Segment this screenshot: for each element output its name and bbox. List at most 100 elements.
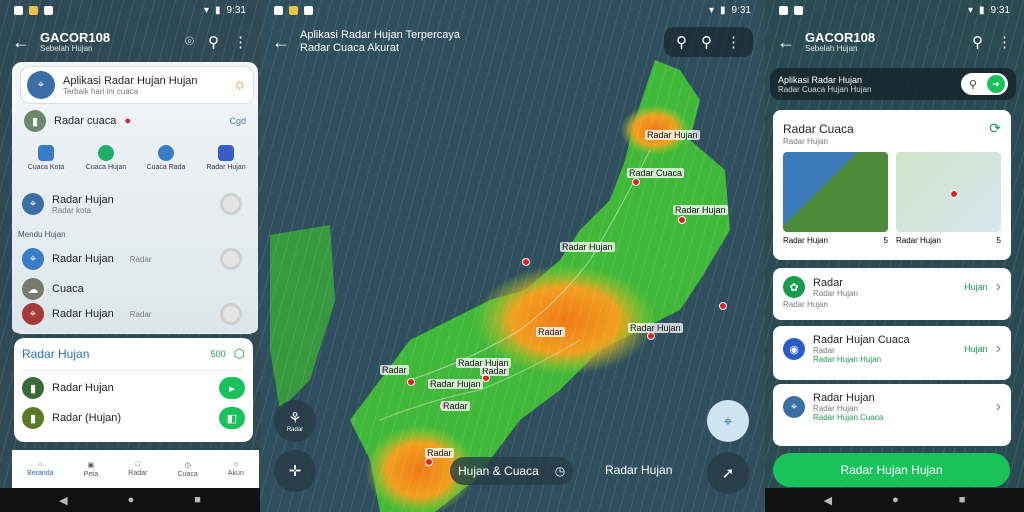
radar-map[interactable]: [260, 0, 765, 512]
map-pin[interactable]: [719, 302, 727, 310]
notification-icon: [44, 5, 53, 15]
layer-chip[interactable]: Hujan & Cuaca ◷: [450, 457, 574, 485]
list-item[interactable]: ⌖ Radar Hujan Radar: [22, 248, 242, 270]
locate-button[interactable]: ✛: [274, 450, 316, 492]
search-icon[interactable]: ⚲: [676, 33, 687, 51]
map-pin[interactable]: [647, 332, 655, 340]
toggle-button[interactable]: [220, 193, 242, 215]
notification-icon: [289, 5, 298, 15]
list-item-extra: Radar Hujan: [783, 300, 828, 309]
quick-action[interactable]: Radar Hujan: [198, 145, 254, 171]
quick-action[interactable]: Cuaca Rada: [138, 145, 194, 171]
list-item[interactable]: ◉ Radar Hujan Cuaca Radar Radar Hujan Hu…: [773, 326, 1011, 380]
chip-label: Hujan & Cuaca: [458, 464, 539, 478]
chevron-right-icon: ›: [995, 340, 1001, 357]
card-row[interactable]: ▮ Radar Hujan ▸: [22, 377, 245, 399]
tab-weather[interactable]: ◷ Cuaca: [178, 461, 198, 478]
crosshair-icon: ✛: [288, 463, 302, 480]
toggle-icon[interactable]: ◧: [219, 407, 245, 429]
banner-sub: Radar Cuaca Hujan Hujan: [778, 84, 872, 94]
compass-button[interactable]: ➚: [707, 452, 749, 494]
notification-icon: [779, 5, 788, 15]
card-sub: Radar Hujan: [783, 137, 828, 146]
tab-account[interactable]: ☺ Akun: [228, 461, 244, 477]
back-arrow-icon[interactable]: ←: [12, 32, 40, 53]
radar-tower-icon: ⌖: [27, 71, 55, 99]
search-icon[interactable]: ⚲: [701, 33, 712, 51]
map-label: Radar Hujan: [428, 379, 483, 389]
card-row[interactable]: ▮ Radar (Hujan) ◧: [22, 407, 245, 429]
nav-recents-icon[interactable]: ■: [194, 494, 201, 506]
quick-action[interactable]: Cuaca Hujan: [78, 145, 134, 171]
battery-icon: ▮: [720, 4, 726, 16]
list-item[interactable]: ⌖ Radar Hujan Radar: [22, 303, 242, 325]
banner[interactable]: Aplikasi Radar Hujan Radar Cuaca Hujan H…: [770, 68, 1016, 100]
quick-action[interactable]: Cuaca Kota: [18, 145, 74, 171]
battery-icon: ▮: [979, 4, 985, 16]
thumb-value: 5: [883, 236, 888, 245]
thumb-card[interactable]: Radar Hujan 5: [783, 152, 888, 245]
map-label: Radar: [536, 327, 565, 337]
list-item[interactable]: ⌖ Radar Hujan Radar Hujan Radar Hujan Cu…: [773, 384, 1011, 446]
list-item[interactable]: ✿ Radar Radar Hujan Hujan › Radar Hujan: [773, 268, 1011, 320]
list-item-title: Cuaca: [52, 283, 84, 295]
tab-home[interactable]: ⌂ Beranda: [27, 461, 53, 477]
list-item-sub: Radar Hujan: [813, 404, 858, 413]
map-label: Radar Hujan: [456, 358, 511, 368]
list-item-action[interactable]: Hujan: [964, 282, 988, 292]
refresh-icon[interactable]: ⟳: [989, 120, 1001, 137]
list-item-action[interactable]: Hujan: [964, 344, 988, 354]
sun-icon[interactable]: ☼: [232, 76, 247, 94]
map-label: Radar Hujan: [673, 205, 728, 215]
nav-back-icon[interactable]: ◀: [824, 494, 832, 507]
list-item[interactable]: ⌖ Radar Hujan Radar kota: [22, 193, 242, 215]
map-pin[interactable]: [425, 458, 433, 466]
radar-card: Radar Hujan 500 ⬡ ▮ Radar Hujan ▸ ▮ Rada…: [14, 338, 253, 442]
arrow-right-icon[interactable]: ▸: [219, 377, 245, 399]
grid-icon: [218, 145, 234, 161]
back-arrow-icon[interactable]: ←: [272, 32, 300, 53]
thumb-card[interactable]: Radar Hujan 5: [896, 152, 1001, 245]
toggle-button[interactable]: [220, 248, 242, 270]
play-button[interactable]: ⌖: [707, 400, 749, 442]
more-icon[interactable]: ⋮: [726, 33, 741, 51]
nav-home-icon[interactable]: ●: [128, 494, 135, 506]
radar-icon: ⌖: [22, 248, 44, 270]
back-arrow-icon[interactable]: ←: [777, 32, 805, 53]
map-pin[interactable]: [407, 378, 415, 386]
banner-search[interactable]: ⚲ ➜: [960, 73, 1008, 95]
nav-recents-icon[interactable]: ■: [959, 494, 966, 506]
app-subtitle: Sebelah Hujan: [40, 44, 93, 53]
list-item-title: Radar Hujan: [813, 392, 875, 404]
search-bar[interactable]: ⌖ Aplikasi Radar Hujan Hujan Terbaik har…: [20, 66, 254, 104]
toggle-button[interactable]: [220, 303, 242, 325]
list-item[interactable]: ☁ Cuaca: [22, 278, 242, 300]
search-icon[interactable]: ⚲: [208, 33, 219, 51]
search-icon[interactable]: ⚲: [972, 33, 983, 51]
radar-row[interactable]: ▮ Radar cuaca ● Cgd: [24, 110, 246, 132]
nav-home-icon[interactable]: ●: [892, 494, 899, 506]
list-item-extra: Radar Hujan Hujan: [813, 355, 882, 364]
location-icon[interactable]: ⌾: [185, 33, 194, 51]
map-pin[interactable]: [632, 178, 640, 186]
screen-radar-map: Radar Hujan Radar Cuaca Radar Hujan Rada…: [260, 0, 765, 512]
tab-radar[interactable]: □ Radar: [128, 461, 147, 477]
map-thumbnail: [896, 152, 1001, 232]
notification-icon: [29, 5, 38, 15]
notification-icon: [274, 5, 283, 15]
more-icon[interactable]: ⋮: [997, 33, 1012, 51]
hexagon-icon[interactable]: ⬡: [234, 346, 245, 362]
radar-card: Radar Cuaca ⟳ Radar Hujan Radar Hujan 5 R…: [773, 110, 1011, 260]
notification-icon: [794, 5, 803, 15]
radar-row-label: Radar cuaca: [54, 115, 117, 127]
layers-button[interactable]: ⚘ Radar: [274, 400, 316, 442]
nav-back-icon[interactable]: ◀: [59, 494, 67, 507]
primary-action-button[interactable]: Radar Hujan Hujan: [773, 453, 1010, 487]
app-bar: ← GACOR108 Sebelah Hujan ⚲ ⋮: [765, 22, 1024, 62]
map-pin[interactable]: [522, 258, 530, 266]
more-icon[interactable]: ⋮: [233, 33, 248, 51]
search-subtitle: Terbaik hari ini cuaca: [63, 86, 139, 96]
tab-map[interactable]: ▣ Peta: [84, 461, 98, 478]
map-pin[interactable]: [678, 216, 686, 224]
banner-title: Aplikasi Radar Hujan: [778, 74, 863, 85]
